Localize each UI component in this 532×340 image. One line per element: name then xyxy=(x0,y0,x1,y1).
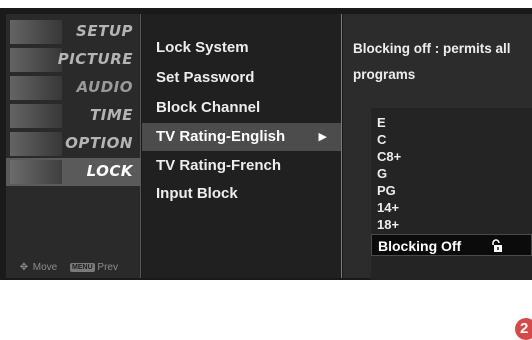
category-label: OPTION xyxy=(65,134,133,152)
setup-thumbnail xyxy=(10,20,62,44)
submenu-arrow-icon: ▶ xyxy=(318,131,327,143)
rating-option-14[interactable]: 14+ xyxy=(377,199,532,216)
rating-description: Blocking off : permits all programs xyxy=(353,36,532,88)
category-label: LOCK xyxy=(86,162,133,180)
page-number-badge: 2 xyxy=(515,318,532,340)
unlock-icon xyxy=(492,239,502,252)
category-label: SETUP xyxy=(76,22,133,40)
rating-option-e[interactable]: E xyxy=(377,114,532,131)
menu-item-label: Block Channel xyxy=(156,99,261,116)
menu-item-input-block[interactable]: Input Block xyxy=(142,180,341,208)
category-setup[interactable]: SETUP xyxy=(6,18,141,46)
time-thumbnail xyxy=(10,104,62,128)
rating-label: Blocking Off xyxy=(378,238,462,254)
category-label: AUDIO xyxy=(76,78,133,96)
prev-label: Prev xyxy=(97,262,118,273)
picture-thumbnail xyxy=(10,48,62,72)
rating-detail-panel: Blocking off : permits all programs E C … xyxy=(343,14,532,280)
category-time[interactable]: TIME xyxy=(6,102,141,130)
category-label: PICTURE xyxy=(57,50,133,68)
menu-item-block-channel[interactable]: Block Channel xyxy=(142,94,341,122)
category-audio[interactable]: AUDIO xyxy=(6,74,141,102)
rating-option-c[interactable]: C xyxy=(377,131,532,148)
category-label: TIME xyxy=(90,106,133,124)
tv-menu-screen: SETUP PICTURE AUDIO TIME OPTION LOCK ✥ M… xyxy=(0,8,532,280)
category-picture[interactable]: PICTURE xyxy=(6,46,141,74)
option-thumbnail xyxy=(10,132,62,156)
lock-thumbnail xyxy=(10,160,62,184)
menu-item-tv-rating-french[interactable]: TV Rating-French xyxy=(142,152,341,180)
move-joystick-icon: ✥ xyxy=(19,262,29,273)
menu-item-label: Input Block xyxy=(156,185,238,202)
menu-item-set-password[interactable]: Set Password xyxy=(142,64,341,92)
rating-option-18[interactable]: 18+ xyxy=(377,216,532,233)
rating-option-pg[interactable]: PG xyxy=(377,182,532,199)
rating-option-g[interactable]: G xyxy=(377,165,532,182)
description-line: Blocking off : permits all xyxy=(353,41,511,56)
menu-item-label: TV Rating-French xyxy=(156,157,282,174)
category-lock[interactable]: LOCK xyxy=(6,158,141,186)
lock-submenu: Lock System Set Password Block Channel T… xyxy=(142,14,342,278)
menu-item-label: Lock System xyxy=(156,39,249,56)
category-sidebar: SETUP PICTURE AUDIO TIME OPTION LOCK ✥ M… xyxy=(6,14,141,278)
navigation-hint: ✥ Move MENU Prev xyxy=(18,262,143,278)
move-label: Move xyxy=(32,262,58,273)
menu-item-lock-system[interactable]: Lock System xyxy=(142,34,341,62)
menu-key-icon: MENU xyxy=(70,263,95,272)
description-line: programs xyxy=(353,67,416,82)
category-option[interactable]: OPTION xyxy=(6,130,141,158)
audio-thumbnail xyxy=(10,76,62,100)
menu-item-label: Set Password xyxy=(156,69,255,86)
menu-item-label: TV Rating-English xyxy=(156,128,286,145)
rating-option-c8[interactable]: C8+ xyxy=(377,148,532,165)
rating-list: E C C8+ G PG 14+ 18+ Blocking Off xyxy=(371,108,532,280)
menu-item-tv-rating-english[interactable]: TV Rating-English ▶ xyxy=(142,123,341,151)
rating-option-blocking-off[interactable]: Blocking Off xyxy=(371,234,532,256)
